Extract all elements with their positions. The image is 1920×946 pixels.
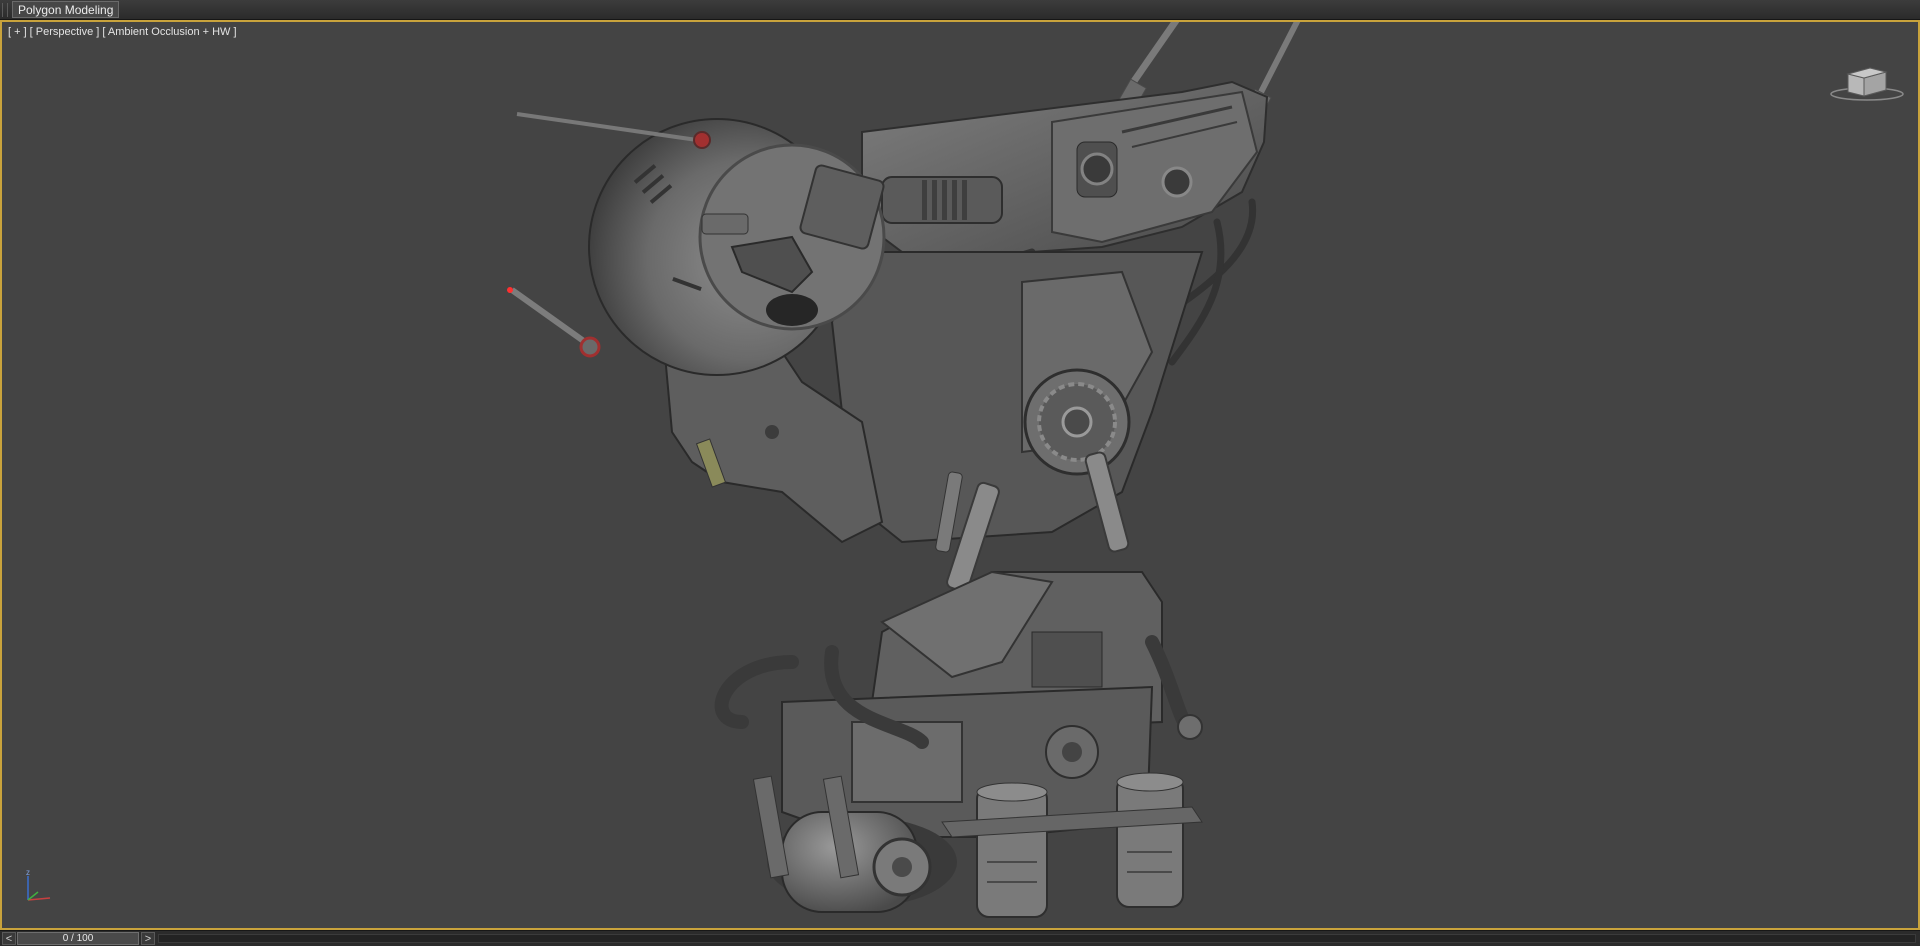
chevron-right-icon: >	[144, 933, 152, 945]
ribbon-tab-polygon-modeling[interactable]: Polygon Modeling	[12, 1, 120, 18]
time-slider-track[interactable]	[158, 934, 1916, 943]
ribbon-bar: Polygon Modeling	[0, 0, 1920, 20]
next-frame-button[interactable]: >	[141, 932, 155, 945]
prev-frame-button[interactable]: <	[2, 932, 16, 945]
axis-tripod-icon: z	[26, 868, 51, 901]
time-slider-thumb[interactable]: 0 / 100	[17, 932, 139, 945]
central-machinery	[830, 251, 1204, 593]
mech-model-render[interactable]	[2, 22, 1918, 928]
time-slider-bar: < 0 / 100 >	[0, 930, 1920, 946]
chevron-left-icon: <	[5, 933, 13, 945]
axis-z-label: z	[26, 868, 30, 877]
ribbon-grip[interactable]	[2, 3, 8, 17]
perspective-viewport[interactable]: [ + ][ Perspective ][ Ambient Occlusion …	[0, 20, 1920, 930]
upper-chassis	[861, 80, 1269, 253]
viewcube-icon[interactable]	[1830, 60, 1904, 102]
spherical-head	[507, 112, 886, 376]
